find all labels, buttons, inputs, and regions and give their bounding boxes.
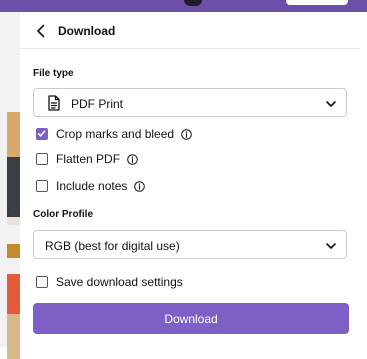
flatten-pdf-checkbox[interactable] xyxy=(36,153,48,165)
flatten-pdf-label: Flatten PDF xyxy=(56,152,121,166)
back-button[interactable] xyxy=(32,22,50,40)
flatten-pdf-option[interactable]: Flatten PDF xyxy=(36,151,138,167)
chevron-down-icon xyxy=(326,101,336,107)
info-icon[interactable] xyxy=(181,128,192,140)
panel-header: Download xyxy=(20,12,360,49)
crop-marks-checkbox[interactable] xyxy=(36,128,48,140)
chevron-down-icon xyxy=(326,243,336,249)
crop-marks-option[interactable]: Crop marks and bleed xyxy=(36,126,192,142)
document-icon xyxy=(48,95,60,111)
file-type-select[interactable]: PDF Print xyxy=(33,88,347,117)
app-top-bar xyxy=(0,0,367,12)
include-notes-checkbox[interactable] xyxy=(36,180,48,192)
download-panel: Download File type PDF Print Crop marks … xyxy=(20,12,360,347)
save-settings-label: Save download settings xyxy=(56,275,183,289)
top-bar-button-fragment xyxy=(286,0,348,5)
color-profile-select[interactable]: RGB (best for digital use) xyxy=(33,230,347,259)
color-profile-label: Color Profile xyxy=(33,209,94,220)
top-bar-avatar-fragment xyxy=(184,0,202,6)
file-type-value: PDF Print xyxy=(71,97,124,111)
checkmark-icon xyxy=(37,130,46,137)
design-thumbnail xyxy=(7,314,20,359)
download-button[interactable]: Download xyxy=(33,303,349,334)
design-thumbnail xyxy=(7,274,20,314)
info-icon[interactable] xyxy=(134,180,146,192)
design-thumbnail xyxy=(7,244,20,258)
include-notes-option[interactable]: Include notes xyxy=(36,178,146,194)
design-thumbnail xyxy=(7,112,20,157)
file-type-label: File type xyxy=(33,68,74,79)
color-profile-value: RGB (best for digital use) xyxy=(45,239,180,253)
crop-marks-label: Crop marks and bleed xyxy=(56,127,175,141)
panel-title: Download xyxy=(58,24,116,38)
canvas-background xyxy=(0,12,20,359)
background-text-fragment: C xyxy=(10,207,18,219)
chevron-left-icon xyxy=(37,24,45,38)
include-notes-label: Include notes xyxy=(56,179,128,193)
save-settings-checkbox[interactable] xyxy=(36,276,48,288)
info-icon[interactable] xyxy=(127,153,138,165)
save-settings-option[interactable]: Save download settings xyxy=(36,274,183,290)
